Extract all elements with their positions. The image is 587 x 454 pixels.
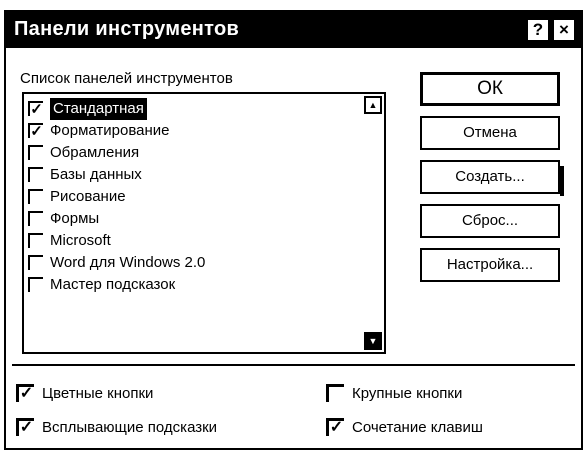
checkbox[interactable]: ✓ [326, 418, 344, 436]
list-item[interactable]: ✓ Форматирование [28, 120, 364, 142]
checkbox[interactable] [28, 211, 43, 226]
ok-button[interactable]: ОК [420, 72, 560, 106]
list-item[interactable]: Рисование [28, 186, 364, 208]
close-icon[interactable]: × [553, 19, 575, 41]
cancel-button[interactable]: Отмена [420, 116, 560, 150]
list-item-label: Форматирование [50, 122, 170, 139]
reset-button[interactable]: Сброс... [420, 204, 560, 238]
checkbox[interactable] [28, 255, 43, 270]
toolbar-list-label: Список панелей инструментов [20, 70, 233, 87]
title-bar: Панели инструментов ? × [6, 12, 581, 48]
button-edge [560, 166, 564, 196]
checkbox[interactable] [326, 384, 344, 402]
list-item-label: Рисование [50, 188, 126, 205]
list-item[interactable]: Мастер подсказок [28, 274, 364, 296]
checkbox[interactable] [28, 189, 43, 204]
checkbox[interactable] [28, 233, 43, 248]
scrollbar[interactable]: ▲ ▼ [364, 94, 384, 352]
list-item-label: Стандартная [50, 98, 147, 120]
checkbox[interactable] [28, 277, 43, 292]
checkbox[interactable] [28, 167, 43, 182]
list-item-label: Формы [50, 210, 100, 227]
list-item[interactable]: Базы данных [28, 164, 364, 186]
scroll-up-icon[interactable]: ▲ [364, 96, 382, 114]
checkbox[interactable]: ✓ [28, 101, 43, 117]
option-label: Сочетание клавиш [352, 419, 483, 436]
help-icon[interactable]: ? [527, 19, 549, 41]
list-item[interactable]: Microsoft [28, 230, 364, 252]
dialog-title: Панели инструментов [14, 18, 240, 40]
checkbox[interactable] [28, 145, 43, 160]
list-item-label: Базы данных [50, 166, 142, 183]
option-label: Всплывающие подсказки [42, 419, 218, 436]
list-item[interactable]: Обрамления [28, 142, 364, 164]
scroll-down-icon[interactable]: ▼ [364, 332, 382, 350]
list-item-label: Обрамления [50, 144, 140, 161]
toolbars-dialog: Панели инструментов ? × Список панелей и… [4, 10, 583, 450]
list-item-label: Мастер подсказок [50, 276, 176, 293]
checkbox[interactable]: ✓ [16, 418, 34, 436]
list-item-label: Word для Windows 2.0 [50, 254, 206, 271]
create-button[interactable]: Создать... [420, 160, 564, 196]
settings-button[interactable]: Настройка... [420, 248, 560, 282]
list-item[interactable]: ✓ Стандартная [28, 98, 364, 120]
create-button-label: Создать... [455, 168, 525, 185]
checkbox[interactable]: ✓ [16, 384, 34, 402]
toolbar-listbox[interactable]: ✓ Стандартная ✓ Форматирование Обрамлени… [22, 92, 386, 354]
list-item-label: Microsoft [50, 232, 111, 249]
separator [12, 364, 575, 366]
list-item[interactable]: Word для Windows 2.0 [28, 252, 364, 274]
option-label: Крупные кнопки [352, 385, 463, 402]
list-item[interactable]: Формы [28, 208, 364, 230]
checkbox[interactable]: ✓ [28, 123, 43, 139]
option-label: Цветные кнопки [42, 385, 154, 402]
